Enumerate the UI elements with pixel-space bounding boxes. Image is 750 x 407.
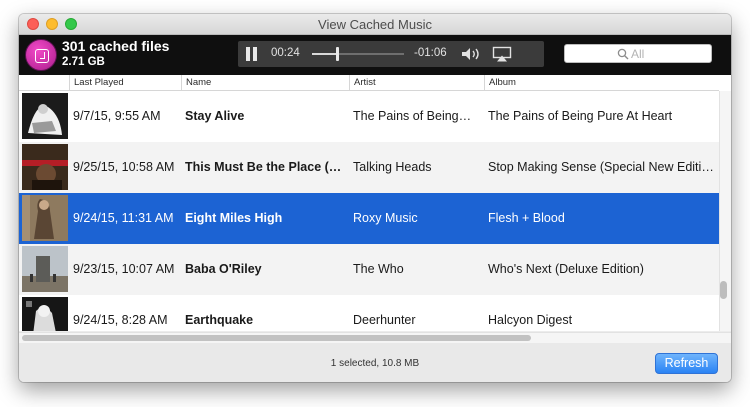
album-art-icon [22,195,68,241]
horizontal-scroll-thumb[interactable] [22,335,531,341]
track-name-cell: Stay Alive [185,109,245,123]
elapsed-time: 00:24 [271,47,300,59]
cached-files-count: 301 cached files [62,38,170,54]
airplay-icon[interactable] [492,46,512,62]
album-art-icon [22,297,68,331]
album-cell: Flesh + Blood [488,211,565,225]
track-name-cell: This Must Be the Place (… [185,160,342,174]
table-row[interactable]: 9/23/15, 10:07 AM Baba O'Riley The Who W… [19,244,719,295]
vertical-scroll-thumb[interactable] [720,281,727,299]
search-input[interactable] [631,46,707,61]
search-icon [617,48,629,60]
last-played-cell: 9/23/15, 10:07 AM [73,262,175,276]
artist-cell: Talking Heads [353,160,432,174]
album-art-icon [22,246,68,292]
footer-bar: 1 selected, 10.8 MB Refresh [19,343,731,382]
column-header-name[interactable]: Name [181,75,349,91]
column-header-album[interactable]: Album [484,75,719,91]
pause-icon[interactable] [244,46,260,62]
album-cell: The Pains of Being Pure At Heart [488,109,673,123]
artist-cell: The Pains of Being… [353,109,472,123]
seek-slider[interactable] [312,47,404,61]
artist-cell: Roxy Music [353,211,418,225]
refresh-button[interactable]: Refresh [655,353,718,374]
column-header-artist[interactable]: Artist [349,75,484,91]
album-art-icon [22,93,68,139]
album-cell: Halcyon Digest [488,313,573,327]
cached-music-window: View Cached Music 301 cached files 2.71 … [19,14,731,382]
cache-size-label: 2.71 GB [62,56,105,68]
album-cell: Stop Making Sense (Special New Edition) [488,160,716,174]
artist-cell: The Who [353,262,404,276]
header-bar: 301 cached files 2.71 GB 00:24 -01:06 [19,35,731,75]
last-played-cell: 9/7/15, 9:55 AM [73,109,161,123]
track-name-cell: Earthquake [185,313,254,327]
last-played-cell: 9/24/15, 8:28 AM [73,313,168,327]
seek-handle[interactable] [336,47,339,61]
table-header: Last Played Name Artist Album [19,75,719,91]
volume-icon[interactable] [460,46,482,62]
column-header-last-played[interactable]: Last Played [69,75,181,91]
last-played-cell: 9/24/15, 11:31 AM [73,211,174,225]
table-row-selected[interactable]: 9/24/15, 11:31 AM Eight Miles High Roxy … [19,193,719,244]
app-music-icon [25,39,57,71]
search-field[interactable] [564,44,712,63]
remaining-time: -01:06 [414,47,447,59]
track-name-cell: Eight Miles High [185,211,283,225]
table-row[interactable]: 9/25/15, 10:58 AM This Must Be the Place… [19,142,719,193]
album-art-icon [22,144,68,190]
track-name-cell: Baba O'Riley [185,262,262,276]
playback-controls: 00:24 -01:06 [238,41,544,67]
table-row[interactable]: 9/24/15, 8:28 AM Earthquake Deerhunter H… [19,295,719,331]
last-played-cell: 9/25/15, 10:58 AM [73,160,175,174]
selection-status: 1 selected, 10.8 MB [330,358,420,369]
album-cell: Who's Next (Deluxe Edition) [488,262,644,276]
title-bar[interactable]: View Cached Music [19,14,731,35]
window-title: View Cached Music [318,17,432,32]
artist-cell: Deerhunter [353,313,416,327]
seek-progress [312,53,337,55]
cached-tracks-table: Last Played Name Artist Album 9/7/15, 9:… [19,75,731,331]
table-row[interactable]: 9/7/15, 9:55 AM Stay Alive The Pains of … [19,91,719,142]
